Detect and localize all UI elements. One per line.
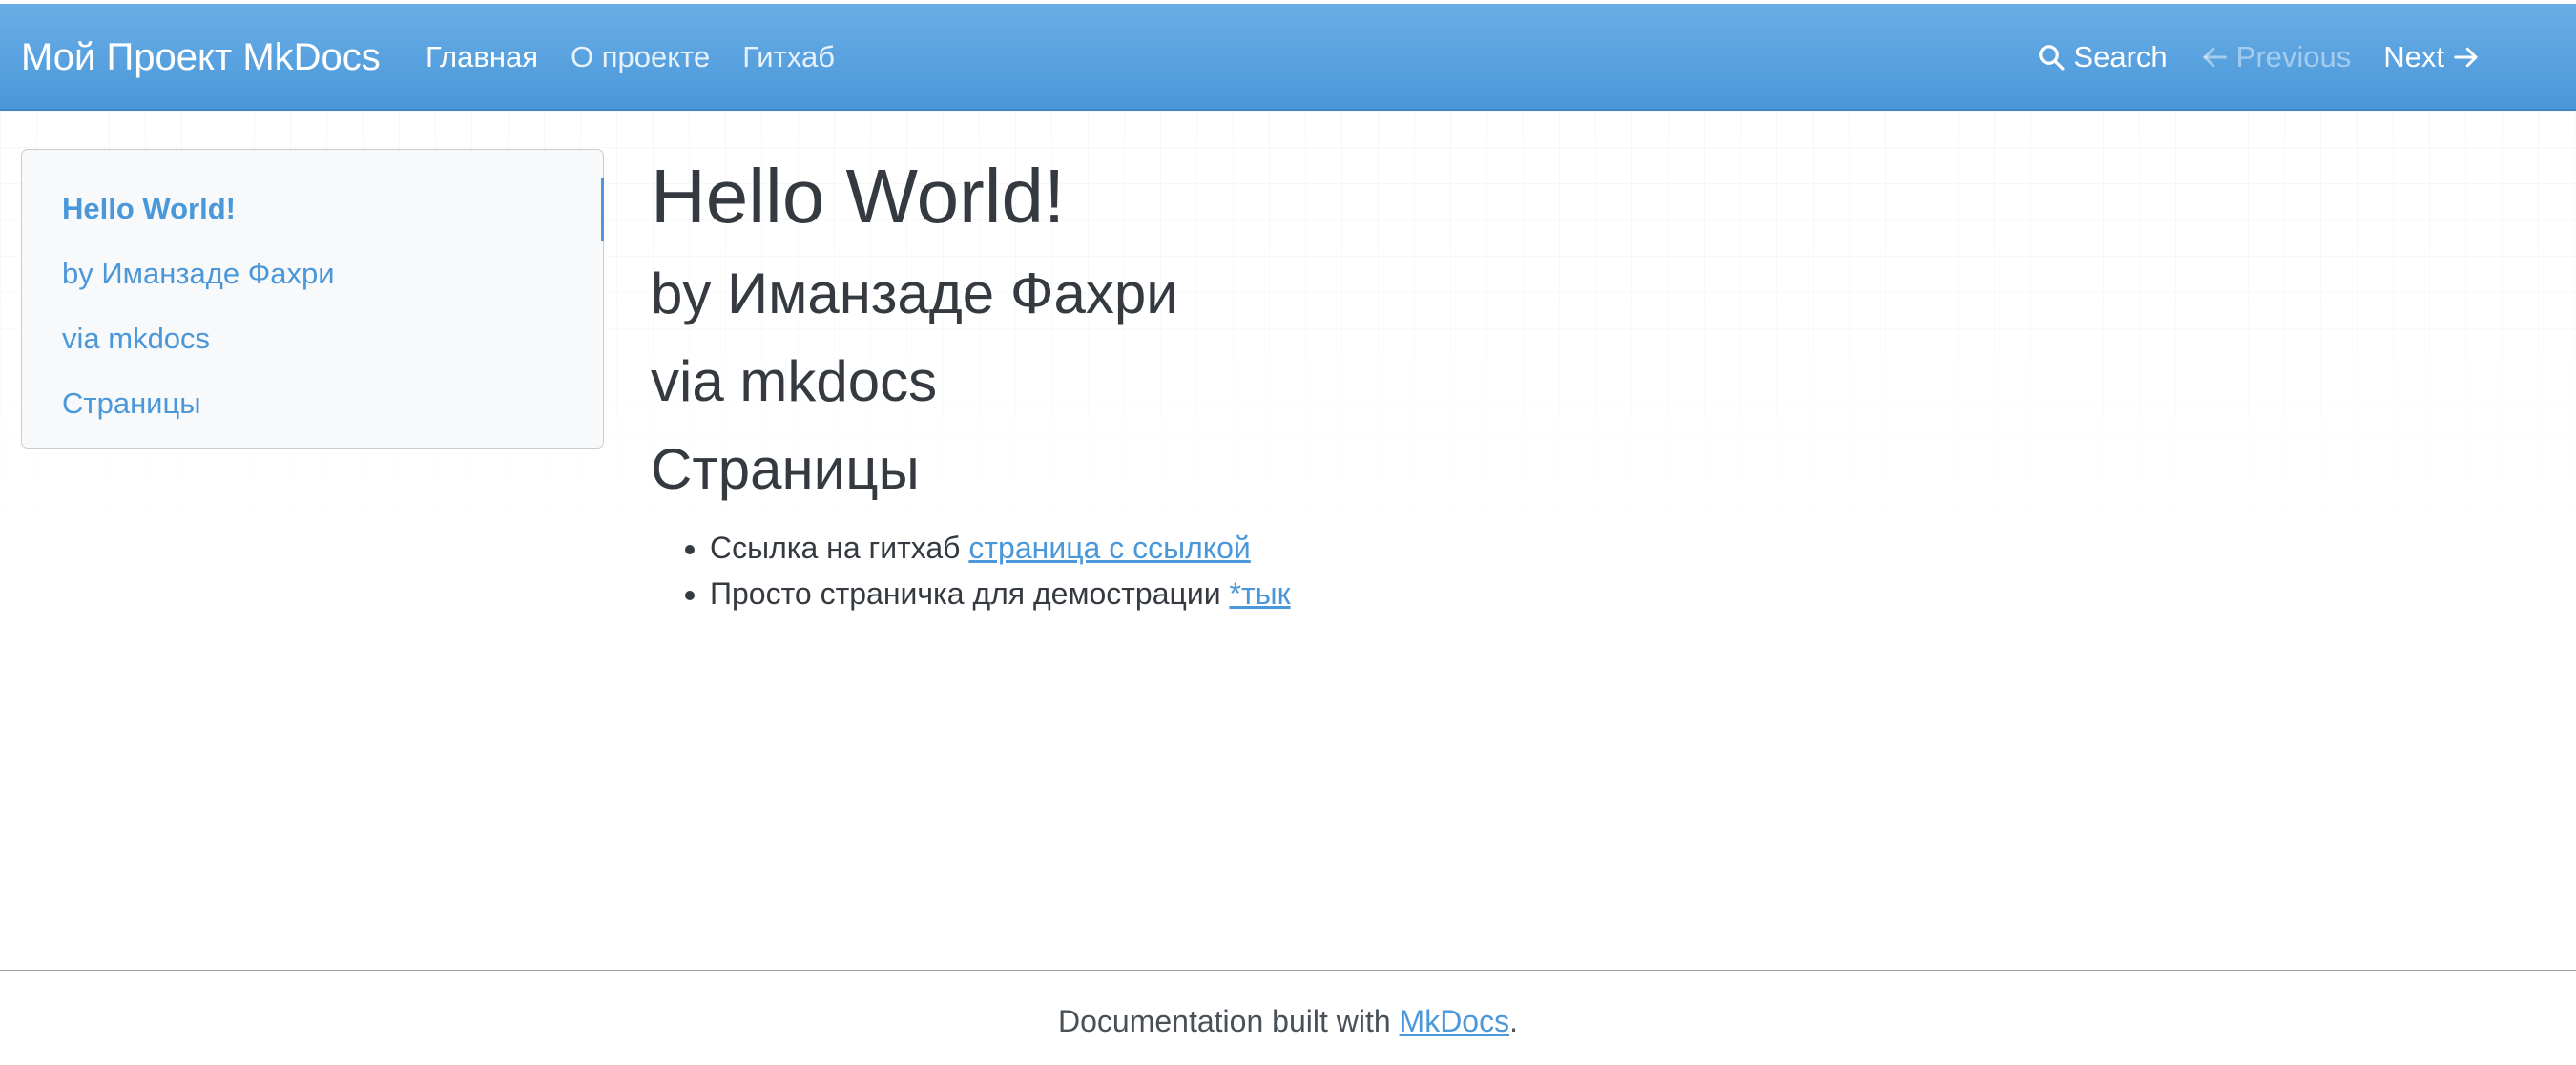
list-item-text: Просто страничка для демострации [710,576,1230,611]
site-brand[interactable]: Мой Проект MkDocs [21,4,381,111]
main-content: Hello World! by Иманзаде Фахри via mkdoc… [651,149,2463,616]
search-button[interactable]: Search [2037,40,2168,74]
toc-item-via-mkdocs[interactable]: via mkdocs [22,314,603,379]
list-item-text: Ссылка на гитхаб [710,531,969,565]
arrow-right-icon [2454,47,2478,68]
demo-page-link[interactable]: *тык [1229,576,1290,611]
navbar: Мой Проект MkDocs Главная О проекте Гитх… [0,4,2576,111]
list-item: Ссылка на гитхаб страница с ссылкой [710,525,2463,571]
footer: Documentation built with MkDocs. [0,1004,2576,1039]
nav-links: Главная О проекте Гитхаб [426,4,835,111]
search-label: Search [2073,40,2168,73]
footer-divider [0,970,2576,971]
footer-text: Documentation built with [1058,1004,1400,1038]
toc-item-pages[interactable]: Страницы [22,379,603,444]
author-heading: by Иманзаде Фахри [651,261,1178,325]
previous-label: Previous [2235,40,2352,73]
footer-period: . [1509,1004,1518,1038]
via-heading: via mkdocs [651,349,938,413]
pages-list: Ссылка на гитхаб страница с ссылкой Прос… [651,525,2463,616]
mkdocs-link[interactable]: MkDocs [1400,1004,1510,1038]
nav-link-github[interactable]: Гитхаб [742,40,835,74]
previous-button[interactable]: Previous [2200,40,2352,74]
page: Мой Проект MkDocs Главная О проекте Гитх… [0,0,2576,1065]
nav-link-home[interactable]: Главная [426,40,538,74]
search-icon [2039,45,2065,71]
next-label: Next [2383,40,2444,73]
toc-item-hello-world[interactable]: Hello World! [22,178,604,249]
arrow-left-icon [2203,47,2227,68]
page-title: Hello World! [651,154,1066,239]
nav-link-about[interactable]: О проекте [571,40,710,74]
nav-right: Search Previous Next [2037,4,2481,111]
toc-sidebar: Hello World! by Иманзаде Фахри via mkdoc… [21,149,604,449]
pages-heading: Страницы [651,437,920,501]
toc-item-author[interactable]: by Иманзаде Фахри [22,249,603,314]
github-page-link[interactable]: страница с ссылкой [968,531,1250,565]
next-button[interactable]: Next [2383,40,2481,74]
list-item: Просто страничка для демострации *тык [710,571,2463,616]
